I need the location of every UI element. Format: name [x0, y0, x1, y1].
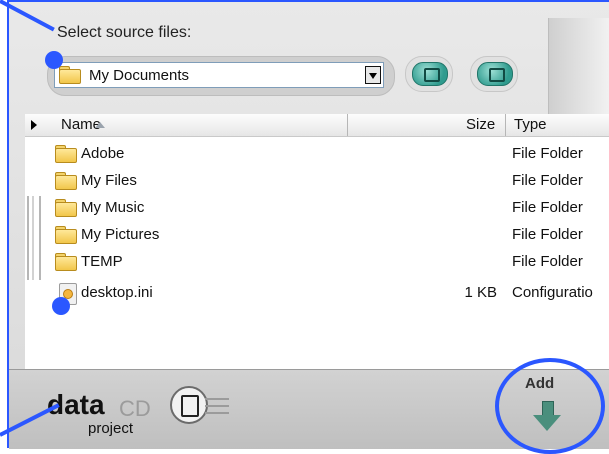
folder-icon: [55, 226, 77, 244]
file-type: File Folder: [512, 226, 583, 243]
file-type: Configuratio: [512, 284, 593, 301]
column-header-size[interactable]: Size: [466, 116, 495, 133]
file-name: Adobe: [81, 145, 125, 162]
folder-icon: [59, 66, 81, 84]
folder-icon: [55, 145, 77, 163]
list-item[interactable]: TEMP File Folder: [55, 250, 609, 276]
logo-cd-text: CD: [119, 396, 151, 421]
column-divider[interactable]: [505, 114, 506, 136]
sort-ascending-icon: [95, 122, 105, 128]
up-folder-button[interactable]: [405, 56, 453, 92]
callout-arrow-dot: [45, 51, 63, 69]
file-size: 1 KB: [464, 284, 497, 301]
list-item[interactable]: desktop.ini 1 KB Configuratio: [57, 281, 609, 307]
file-type: File Folder: [512, 172, 583, 189]
dropdown-arrow-icon[interactable]: [365, 66, 381, 84]
file-type: File Folder: [512, 145, 583, 162]
file-type: File Folder: [512, 253, 583, 270]
file-type: File Folder: [512, 199, 583, 216]
up-folder-icon: [424, 68, 440, 82]
folder-icon: [55, 253, 77, 271]
column-header-type[interactable]: Type: [514, 116, 547, 133]
row-pointer-icon: [31, 120, 37, 130]
file-name: My Pictures: [81, 226, 160, 243]
browse-folder-icon: [489, 68, 505, 82]
list-item[interactable]: My Pictures File Folder: [55, 223, 609, 249]
list-item[interactable]: My Music File Folder: [55, 196, 609, 222]
list-item[interactable]: My Files File Folder: [55, 169, 609, 195]
file-name: TEMP: [81, 253, 123, 270]
file-name: My Music: [81, 199, 145, 216]
logo-disc-icon: [170, 386, 208, 424]
list-item[interactable]: Adobe File Folder: [55, 142, 609, 168]
logo-lines-icon: [205, 398, 229, 414]
column-divider[interactable]: [347, 114, 348, 136]
browse-folder-button[interactable]: [470, 56, 518, 92]
callout-circle: [495, 358, 605, 454]
panel-resize-grip[interactable]: [27, 196, 41, 280]
source-folder-select[interactable]: My Documents: [54, 62, 384, 88]
logo-project-text: project: [88, 420, 134, 437]
right-edge-highlight: [548, 18, 609, 114]
callout-arrow-dot: [52, 297, 70, 315]
source-files-title: Select source files:: [57, 24, 192, 41]
folder-icon: [55, 172, 77, 190]
folder-icon: [55, 199, 77, 217]
file-name: My Files: [81, 172, 137, 189]
source-folder-value: My Documents: [89, 67, 190, 84]
